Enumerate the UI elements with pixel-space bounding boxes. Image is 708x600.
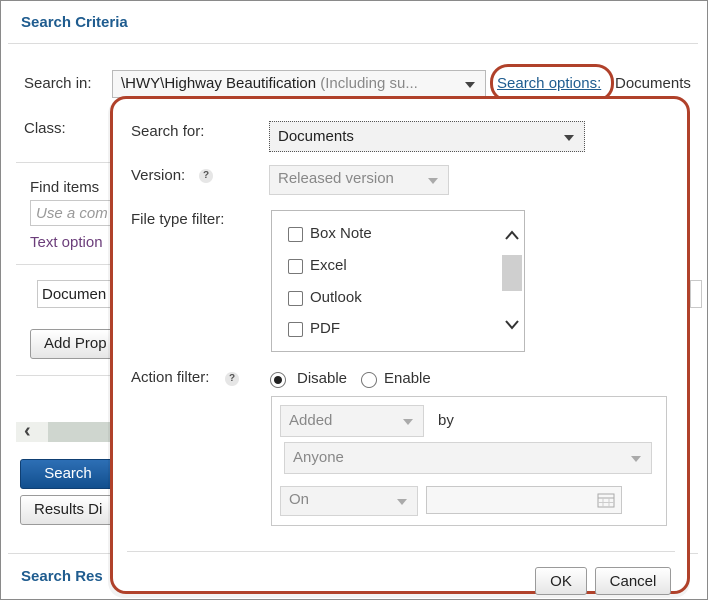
file-type-option: PDF — [310, 320, 340, 337]
property-field-text: Documen — [42, 286, 107, 303]
scrollbar-thumb[interactable] — [48, 422, 110, 442]
chevron-down-icon — [403, 419, 413, 425]
enable-label: Enable — [384, 370, 431, 387]
file-type-listbox[interactable]: Box Note Excel Outlook PDF — [271, 210, 525, 352]
search-options-link[interactable]: Search options: — [497, 75, 601, 92]
version-value: Released version — [278, 170, 394, 187]
date-op-value: On — [289, 491, 310, 508]
search-button[interactable]: Search — [20, 459, 116, 489]
action-filter-label: Action filter: — [131, 369, 210, 386]
file-type-option: Outlook — [310, 289, 362, 306]
checkbox[interactable] — [288, 291, 303, 306]
date-input[interactable] — [426, 486, 622, 514]
divider — [8, 43, 698, 44]
search-criteria-title: Search Criteria — [21, 14, 128, 31]
search-for-select[interactable]: Documents — [269, 121, 585, 152]
divider — [16, 264, 116, 265]
property-field-right — [690, 280, 702, 308]
action-filter-box: Added by Anyone On — [271, 396, 667, 526]
divider — [16, 162, 116, 163]
help-icon[interactable]: ? — [225, 372, 239, 386]
chevron-down-icon — [465, 82, 475, 88]
version-label: Version: — [131, 167, 186, 184]
search-options-value: Documents — [615, 75, 691, 92]
action-select[interactable]: Added — [280, 405, 424, 437]
checkbox[interactable] — [288, 259, 303, 274]
chevron-down-icon — [631, 456, 641, 462]
ok-button[interactable]: OK — [535, 567, 587, 595]
search-for-label: Search for: — [131, 123, 205, 140]
by-label: by — [438, 412, 454, 429]
results-display-button[interactable]: Results Di — [20, 495, 116, 525]
class-label: Class: — [24, 120, 66, 137]
listbox-scrollbar[interactable] — [502, 225, 522, 339]
file-type-option: Excel — [310, 257, 347, 274]
text-options-link[interactable]: Text option — [30, 234, 103, 251]
find-items-placeholder: Use a com — [36, 205, 108, 222]
chevron-down-icon[interactable] — [502, 317, 522, 333]
enable-radio[interactable] — [361, 372, 377, 388]
cancel-button[interactable]: Cancel — [595, 567, 671, 595]
chevron-up-icon[interactable] — [502, 227, 522, 243]
action-value: Added — [289, 412, 333, 429]
find-items-input[interactable]: Use a com — [30, 200, 120, 226]
disable-label: Disable — [297, 370, 348, 387]
version-select[interactable]: Released version — [269, 165, 449, 195]
search-in-select[interactable]: \HWY\Highway Beautification (Including s… — [112, 70, 486, 98]
scrollbar-thumb[interactable] — [502, 255, 522, 291]
divider — [16, 375, 116, 376]
calendar-icon[interactable] — [597, 492, 615, 508]
file-type-option: Box Note — [310, 225, 372, 242]
disable-radio[interactable] — [270, 372, 286, 388]
checkbox[interactable] — [288, 227, 303, 242]
chevron-left-icon[interactable]: ‹ — [24, 420, 31, 443]
search-in-suffix: (Including su... — [320, 75, 418, 92]
search-options-dialog: Search for: Documents Version: ? Release… — [110, 96, 690, 595]
user-value: Anyone — [293, 449, 344, 466]
chevron-down-icon — [564, 135, 574, 141]
property-field[interactable]: Documen — [37, 280, 117, 308]
search-in-label: Search in: — [24, 75, 92, 92]
chevron-down-icon — [397, 499, 407, 505]
search-for-value: Documents — [278, 128, 354, 145]
find-items-label: Find items — [30, 179, 100, 196]
chevron-down-icon — [428, 178, 438, 184]
file-type-label: File type filter: — [131, 211, 225, 228]
user-select[interactable]: Anyone — [284, 442, 652, 474]
help-icon[interactable]: ? — [199, 169, 213, 183]
checkbox[interactable] — [288, 322, 303, 337]
date-op-select[interactable]: On — [280, 486, 418, 516]
search-in-path: \HWY\Highway Beautification — [121, 75, 317, 92]
add-property-button[interactable]: Add Prop — [30, 329, 120, 359]
search-results-title: Search Res — [21, 568, 103, 585]
dialog-divider — [127, 551, 675, 552]
